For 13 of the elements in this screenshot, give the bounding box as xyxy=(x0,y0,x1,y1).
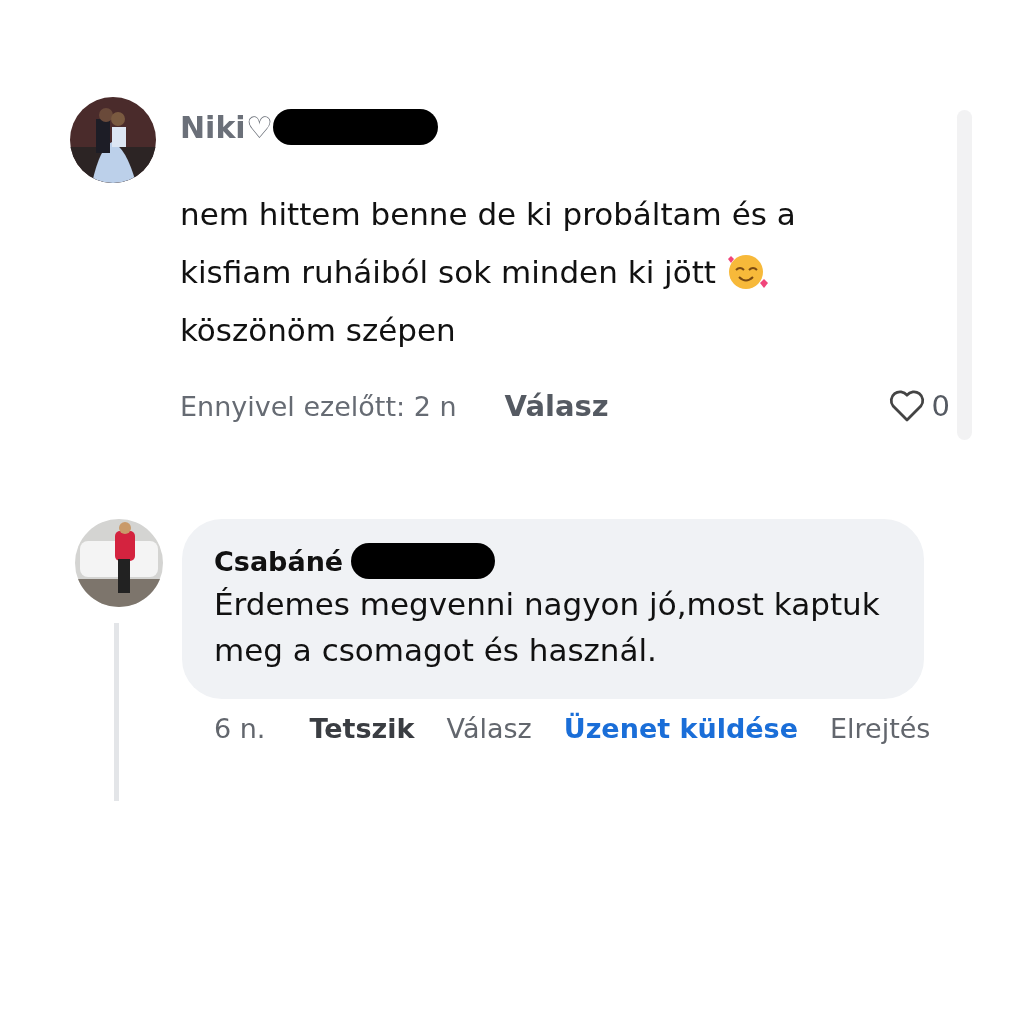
heart-icon[interactable] xyxy=(887,389,926,423)
comment-text: nem hittem benne de ki probáltam és a kisfiam ruháiból sok minden ki jött köszönöm szépen xyxy=(180,195,797,350)
comment-text: Érdemes megvenni nagyon jó,most kaptuk meg a csomagot és használ. xyxy=(214,585,881,670)
author-name[interactable]: Csabáné xyxy=(214,545,344,577)
timestamp: 6 n. xyxy=(214,713,266,744)
message-link[interactable]: Üzenet küldése xyxy=(563,713,798,744)
timestamp: Ennyivel ezelőtt: 2 n xyxy=(180,390,457,422)
action-link[interactable]: Válasz xyxy=(446,713,532,744)
like-count: 0 xyxy=(931,389,950,423)
author-name[interactable]: Niki♡ xyxy=(180,109,273,145)
reply-link[interactable]: Válasz xyxy=(504,389,609,423)
action-link[interactable]: Elrejtés xyxy=(830,713,931,744)
action-link[interactable]: Tetszik xyxy=(309,713,415,744)
